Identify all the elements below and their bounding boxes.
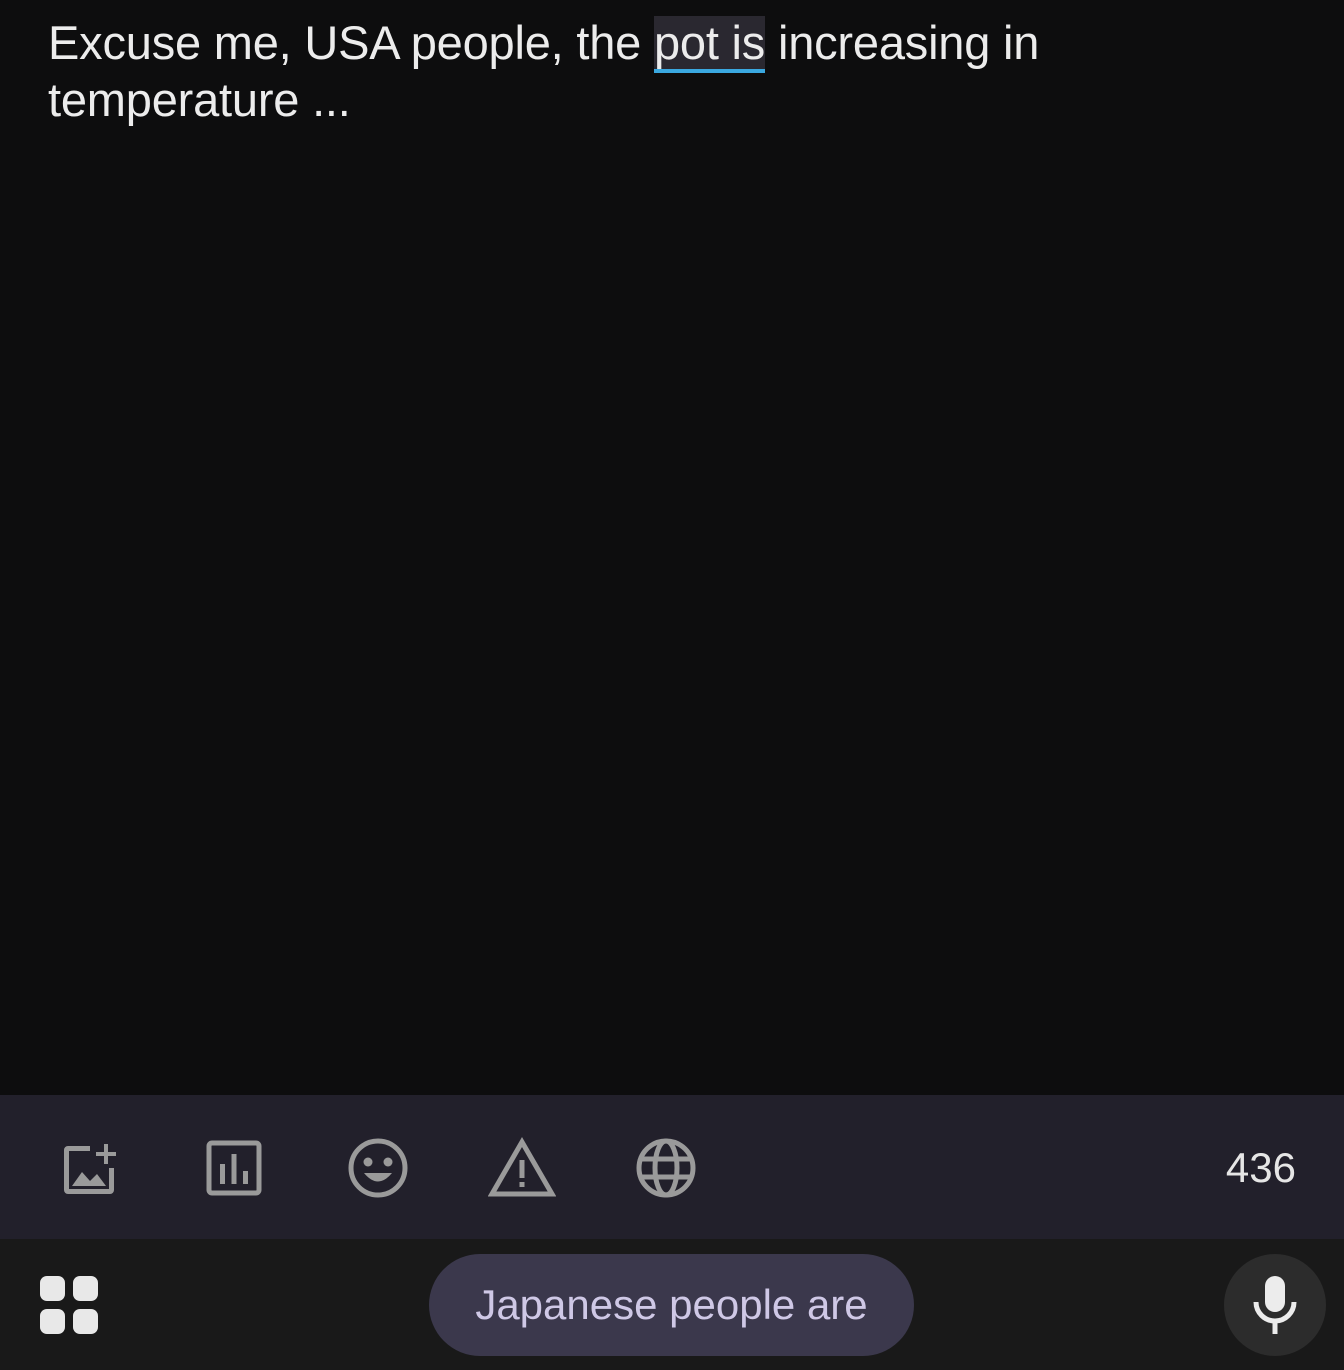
suggestion-chip[interactable]: Japanese people are <box>429 1254 914 1356</box>
warning-triangle-icon <box>488 1136 556 1197</box>
compose-area[interactable]: Excuse me, USA people, the pot is increa… <box>0 0 1344 1095</box>
globe-icon <box>636 1138 696 1198</box>
image-add-icon <box>64 1144 116 1194</box>
smiley-icon <box>348 1138 408 1198</box>
microphone-icon <box>1253 1276 1297 1334</box>
compose-text-before: Excuse me, USA people, the <box>48 16 654 69</box>
apps-grid-icon <box>40 1276 98 1334</box>
keyboard-menu-button[interactable] <box>36 1272 102 1338</box>
add-poll-button[interactable] <box>198 1132 270 1204</box>
visibility-button[interactable] <box>630 1132 702 1204</box>
character-counter: 436 <box>1225 1144 1296 1191</box>
emoji-button[interactable] <box>342 1132 414 1204</box>
content-warning-button[interactable] <box>486 1132 558 1204</box>
composing-word: pot is <box>653 16 765 73</box>
voice-input-button[interactable] <box>1224 1254 1326 1356</box>
add-media-button[interactable] <box>54 1132 126 1204</box>
bar-chart-icon <box>206 1140 262 1196</box>
app-screen: Excuse me, USA people, the pot is increa… <box>0 0 1344 1370</box>
compose-textbox[interactable]: Excuse me, USA people, the pot is increa… <box>48 14 1248 128</box>
